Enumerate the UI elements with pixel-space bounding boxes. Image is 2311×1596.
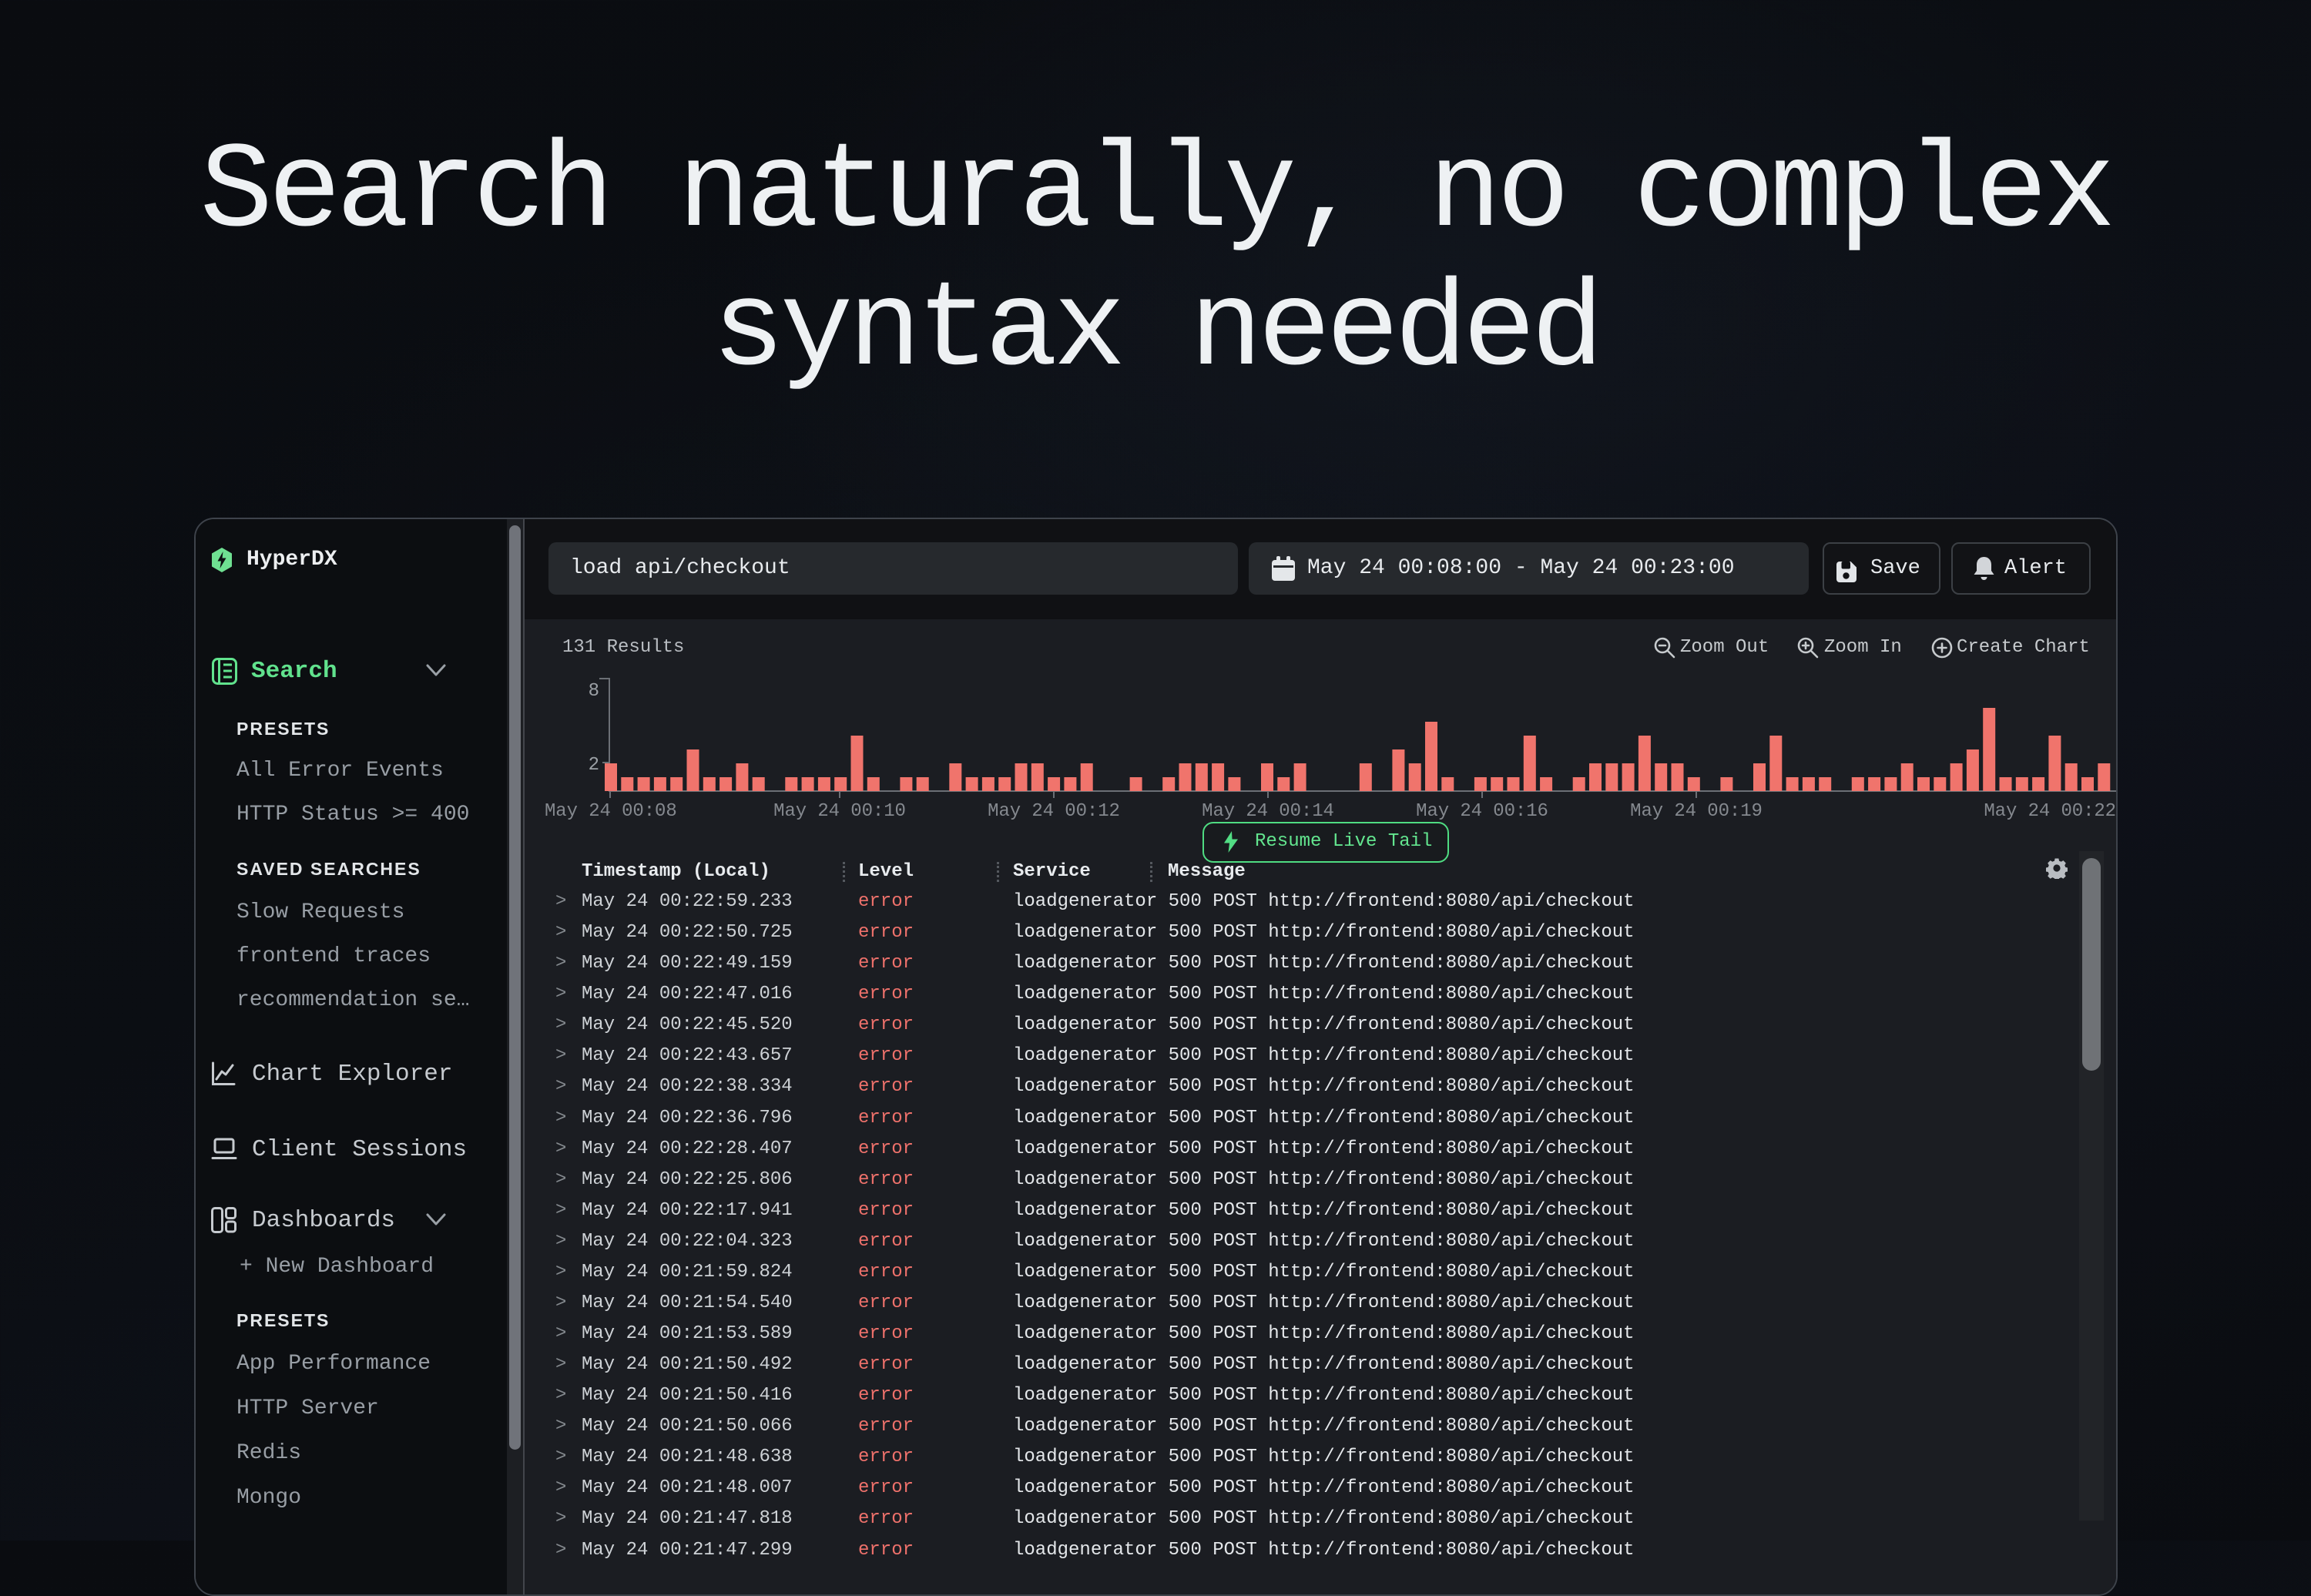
- svg-text:May 24 00:10: May 24 00:10: [773, 801, 906, 822]
- svg-text:May 24 00:12: May 24 00:12: [988, 801, 1120, 822]
- svg-text:2: 2: [589, 755, 599, 776]
- svg-text:May 24 00:08: May 24 00:08: [545, 801, 677, 822]
- svg-text:May 24 00:22: May 24 00:22: [1984, 801, 2116, 822]
- svg-text:May 24 00:14: May 24 00:14: [1202, 801, 1334, 822]
- svg-text:May 24 00:16: May 24 00:16: [1416, 801, 1548, 822]
- svg-text:8: 8: [589, 681, 599, 702]
- svg-text:May 24 00:19: May 24 00:19: [1630, 801, 1763, 822]
